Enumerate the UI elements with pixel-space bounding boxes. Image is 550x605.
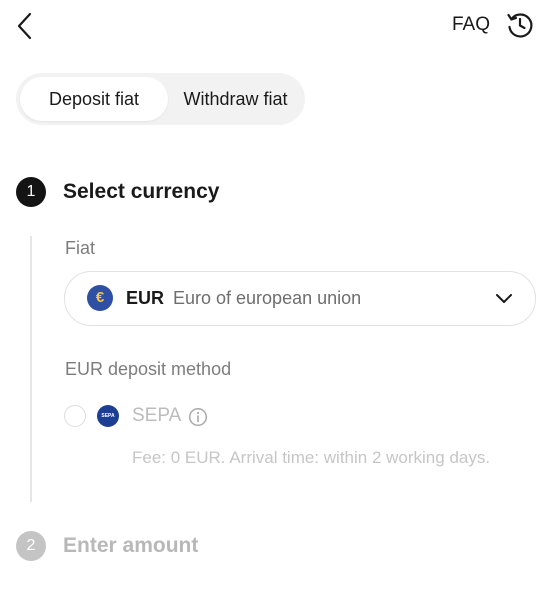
deposit-method-label: EUR deposit method [65, 359, 232, 379]
euro-icon: € [87, 285, 113, 311]
sepa-radio[interactable] [64, 405, 86, 427]
step-2-title: Enter amount [63, 534, 199, 557]
back-button[interactable] [12, 8, 42, 44]
info-icon[interactable] [188, 407, 208, 427]
step-1-badge: 1 [16, 177, 46, 207]
deposit-withdraw-tabs: Deposit fiat Withdraw fiat [16, 73, 305, 125]
currency-code: EUR [126, 288, 165, 308]
tab-deposit-fiat[interactable]: Deposit fiat [20, 77, 168, 121]
sepa-logo-icon: SEPA [97, 405, 119, 427]
deposit-page: FAQ Deposit fiat Withdraw fiat 1 Select … [0, 0, 550, 605]
step-1-title: Select currency [63, 180, 220, 203]
step-2-badge: 2 [16, 531, 46, 561]
chevron-left-icon [17, 12, 32, 40]
faq-link[interactable]: FAQ [452, 14, 490, 36]
fiat-label: Fiat [65, 238, 96, 258]
currency-select[interactable]: € EUR Euro of european union [64, 271, 536, 326]
step-connector-line [30, 236, 32, 502]
tab-withdraw-fiat[interactable]: Withdraw fiat [168, 77, 303, 121]
currency-name: Euro of european union [173, 288, 362, 308]
history-icon [507, 13, 533, 38]
history-button[interactable] [505, 10, 535, 40]
sepa-fee-text: Fee: 0 EUR. Arrival time: within 2 worki… [132, 448, 491, 467]
chevron-down-icon [496, 294, 512, 303]
sepa-option-label[interactable]: SEPA [132, 405, 181, 427]
